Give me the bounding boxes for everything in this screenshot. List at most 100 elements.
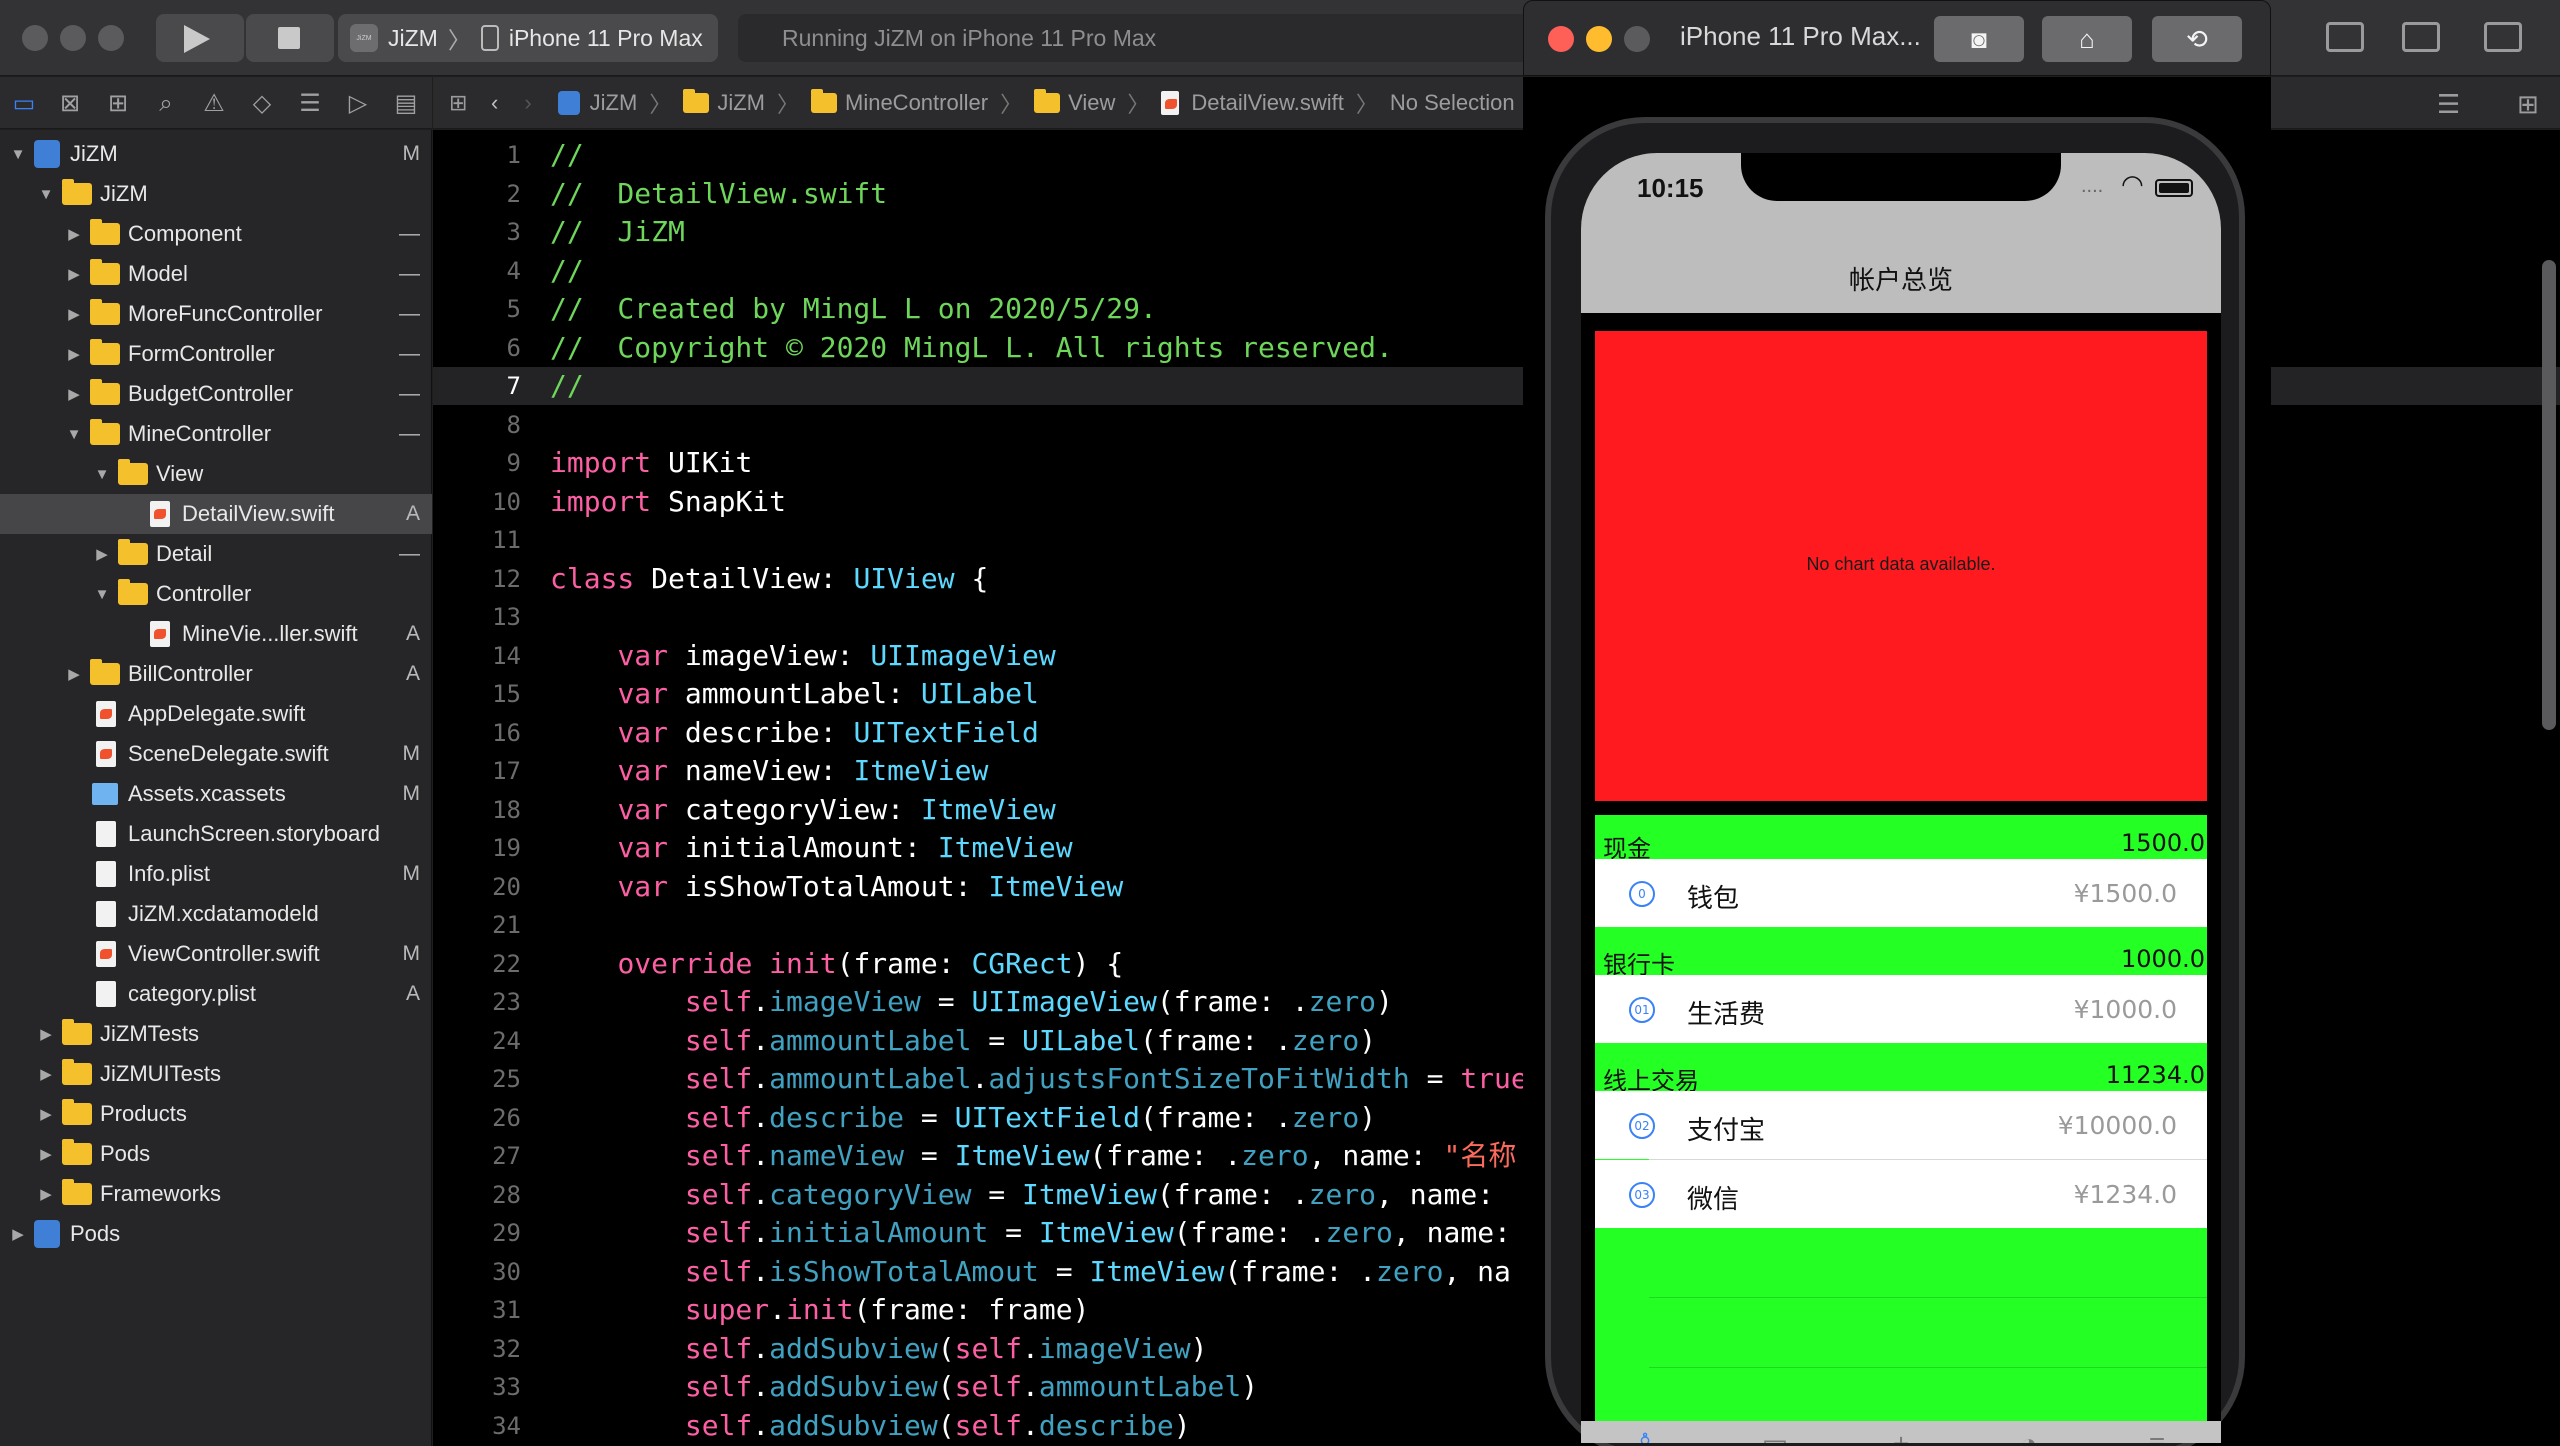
tree-item[interactable]: Info.plist M <box>0 854 432 894</box>
tree-item[interactable]: JiZM.xcdatamodeld <box>0 894 432 934</box>
tab-person-icon[interactable]: ♙ <box>1625 1429 1665 1444</box>
disclosure-closed-icon[interactable]: ▶ <box>36 1185 56 1203</box>
disclosure-open-icon[interactable]: ▼ <box>36 186 56 203</box>
project-navigator-icon[interactable]: ▭ <box>10 90 38 118</box>
test-navigator-icon[interactable]: ◇ <box>248 90 276 118</box>
screenshot-button[interactable]: ◙ <box>1934 16 2024 62</box>
tree-item[interactable]: ▶ Model — <box>0 254 432 294</box>
tree-item[interactable]: ViewController.swift M <box>0 934 432 974</box>
tree-item[interactable]: ▶ Detail — <box>0 534 432 574</box>
code-token: , name: <box>1392 1216 1511 1249</box>
tree-item[interactable]: ▶ FormController — <box>0 334 432 374</box>
breadcrumb-symbol[interactable]: No Selection <box>1390 90 1515 116</box>
tree-item[interactable]: ▶ Products <box>0 1094 432 1134</box>
disclosure-closed-icon[interactable]: ▶ <box>64 225 84 243</box>
related-items-icon[interactable]: ⊞ <box>449 90 477 116</box>
disclosure-open-icon[interactable]: ▼ <box>92 466 112 483</box>
code-token: . <box>752 1331 770 1365</box>
iphone-screen[interactable]: 10:15 .... ◠ 帐户总览 No chart data availabl… <box>1581 153 2221 1443</box>
forward-arrow-icon[interactable]: › <box>524 90 531 116</box>
disclosure-closed-icon[interactable]: ▶ <box>36 1145 56 1163</box>
tree-item[interactable]: Assets.xcassets M <box>0 774 432 814</box>
split-editor-icon[interactable]: ⊞ <box>2517 89 2539 120</box>
show-navigator-icon[interactable] <box>2326 22 2364 52</box>
simulator-minimize-button[interactable] <box>1586 26 1612 52</box>
show-inspector-icon[interactable] <box>2484 22 2522 52</box>
disclosure-closed-icon[interactable]: ▶ <box>64 305 84 323</box>
tree-item[interactable]: ▶ Pods <box>0 1134 432 1174</box>
scheme-selector[interactable]: JiZM JiZM 〉 iPhone 11 Pro Max <box>338 14 718 62</box>
debug-navigator-icon[interactable]: ☰ <box>296 90 324 118</box>
tree-item[interactable]: ▼ View <box>0 454 432 494</box>
tree-item[interactable]: ▼ MineController — <box>0 414 432 454</box>
tree-item-selected[interactable]: DetailView.swift A <box>0 494 432 534</box>
disclosure-closed-icon[interactable]: ▶ <box>64 665 84 683</box>
breadcrumb-group[interactable]: View <box>1034 88 1115 116</box>
disclosure-closed-icon[interactable]: ▶ <box>64 345 84 363</box>
breakpoint-icon[interactable]: ▷ <box>344 90 372 118</box>
disclosure-closed-icon[interactable]: ▶ <box>64 385 84 403</box>
minimize-window-button[interactable] <box>60 25 86 51</box>
breadcrumb-project[interactable]: JiZM <box>557 90 637 116</box>
tree-item[interactable]: ▶ Frameworks <box>0 1174 432 1214</box>
tree-item[interactable]: ▼ Controller <box>0 574 432 614</box>
disclosure-closed-icon[interactable]: ▶ <box>64 265 84 283</box>
rotate-button[interactable]: ⟲ <box>2152 16 2242 62</box>
line-number: 3 <box>506 218 521 246</box>
accounts-table[interactable]: 现金 1500.0 0 钱包 ¥1500.0 银行卡 1000.0 01 生活费… <box>1595 815 2207 1443</box>
report-navigator-icon[interactable]: ▤ <box>392 90 420 118</box>
code-token: nameView: <box>668 754 854 787</box>
source-control-icon[interactable]: ⊠ <box>56 90 84 118</box>
account-row[interactable]: 02 支付宝 ¥10000.0 <box>1595 1091 2207 1159</box>
breadcrumb-group[interactable]: MineController <box>811 88 988 116</box>
tree-item[interactable]: ▼ JiZM M <box>0 134 432 174</box>
breadcrumb-file[interactable]: DetailView.swift <box>1161 90 1344 116</box>
tree-item[interactable]: ▶ Pods <box>0 1214 432 1254</box>
tree-item[interactable]: category.plist A <box>0 974 432 1014</box>
tree-item[interactable]: AppDelegate.swift <box>0 694 432 734</box>
back-arrow-icon[interactable]: ‹ <box>491 90 498 116</box>
tree-item[interactable]: ▶ MoreFuncController — <box>0 294 432 334</box>
disclosure-open-icon[interactable]: ▼ <box>92 586 112 603</box>
disclosure-open-icon[interactable]: ▼ <box>8 146 28 163</box>
symbol-navigator-icon[interactable]: ⊞ <box>104 90 132 118</box>
tree-item[interactable]: ▶ BillController A <box>0 654 432 694</box>
home-button[interactable]: ⌂ <box>2042 16 2132 62</box>
disclosure-open-icon[interactable]: ▼ <box>64 426 84 443</box>
tree-item[interactable]: LaunchScreen.storyboard <box>0 814 432 854</box>
editor-options-icon[interactable]: ☰ <box>2437 89 2460 120</box>
chart-view[interactable]: No chart data available. <box>1595 331 2207 801</box>
search-icon[interactable]: ⌕ <box>152 90 180 118</box>
zoom-window-button[interactable] <box>98 25 124 51</box>
account-row[interactable]: 0 钱包 ¥1500.0 <box>1595 859 2207 927</box>
tree-item[interactable]: MineVie...ller.swift A <box>0 614 432 654</box>
tree-item[interactable]: ▶ Component — <box>0 214 432 254</box>
source-status-badge: M <box>402 142 421 165</box>
disclosure-closed-icon[interactable]: ▶ <box>92 545 112 563</box>
run-button[interactable] <box>156 14 244 62</box>
disclosure-closed-icon[interactable]: ▶ <box>36 1025 56 1043</box>
tree-item[interactable]: ▼ JiZM <box>0 174 432 214</box>
disclosure-closed-icon[interactable]: ▶ <box>8 1225 28 1243</box>
tab-pie-chart-icon[interactable]: ◔ <box>2009 1429 2049 1444</box>
simulator-zoom-button[interactable] <box>1624 26 1650 52</box>
tree-item[interactable]: SceneDelegate.swift M <box>0 734 432 774</box>
stop-button[interactable] <box>246 14 334 62</box>
tree-item[interactable]: ▶ JiZMTests <box>0 1014 432 1054</box>
close-window-button[interactable] <box>22 25 48 51</box>
tree-item[interactable]: ▶ JiZMUITests <box>0 1054 432 1094</box>
simulator-close-button[interactable] <box>1548 26 1574 52</box>
disclosure-closed-icon[interactable]: ▶ <box>36 1105 56 1123</box>
show-debug-area-icon[interactable] <box>2402 22 2440 52</box>
tab-card-icon[interactable]: ▭ <box>1755 1429 1795 1444</box>
breadcrumb-group[interactable]: JiZM <box>683 88 765 116</box>
tab-plus-icon[interactable]: + <box>1881 1429 1921 1444</box>
account-row[interactable]: 01 生活费 ¥1000.0 <box>1595 975 2207 1043</box>
editor-scrollbar[interactable] <box>2542 260 2556 730</box>
account-row[interactable]: 03 微信 ¥1234.0 <box>1595 1160 2207 1228</box>
tree-item[interactable]: ▶ BudgetController — <box>0 374 432 414</box>
disclosure-closed-icon[interactable]: ▶ <box>36 1065 56 1083</box>
tab-sliders-icon[interactable]: ≡ <box>2137 1429 2177 1444</box>
warning-icon[interactable]: ⚠ <box>200 90 228 118</box>
